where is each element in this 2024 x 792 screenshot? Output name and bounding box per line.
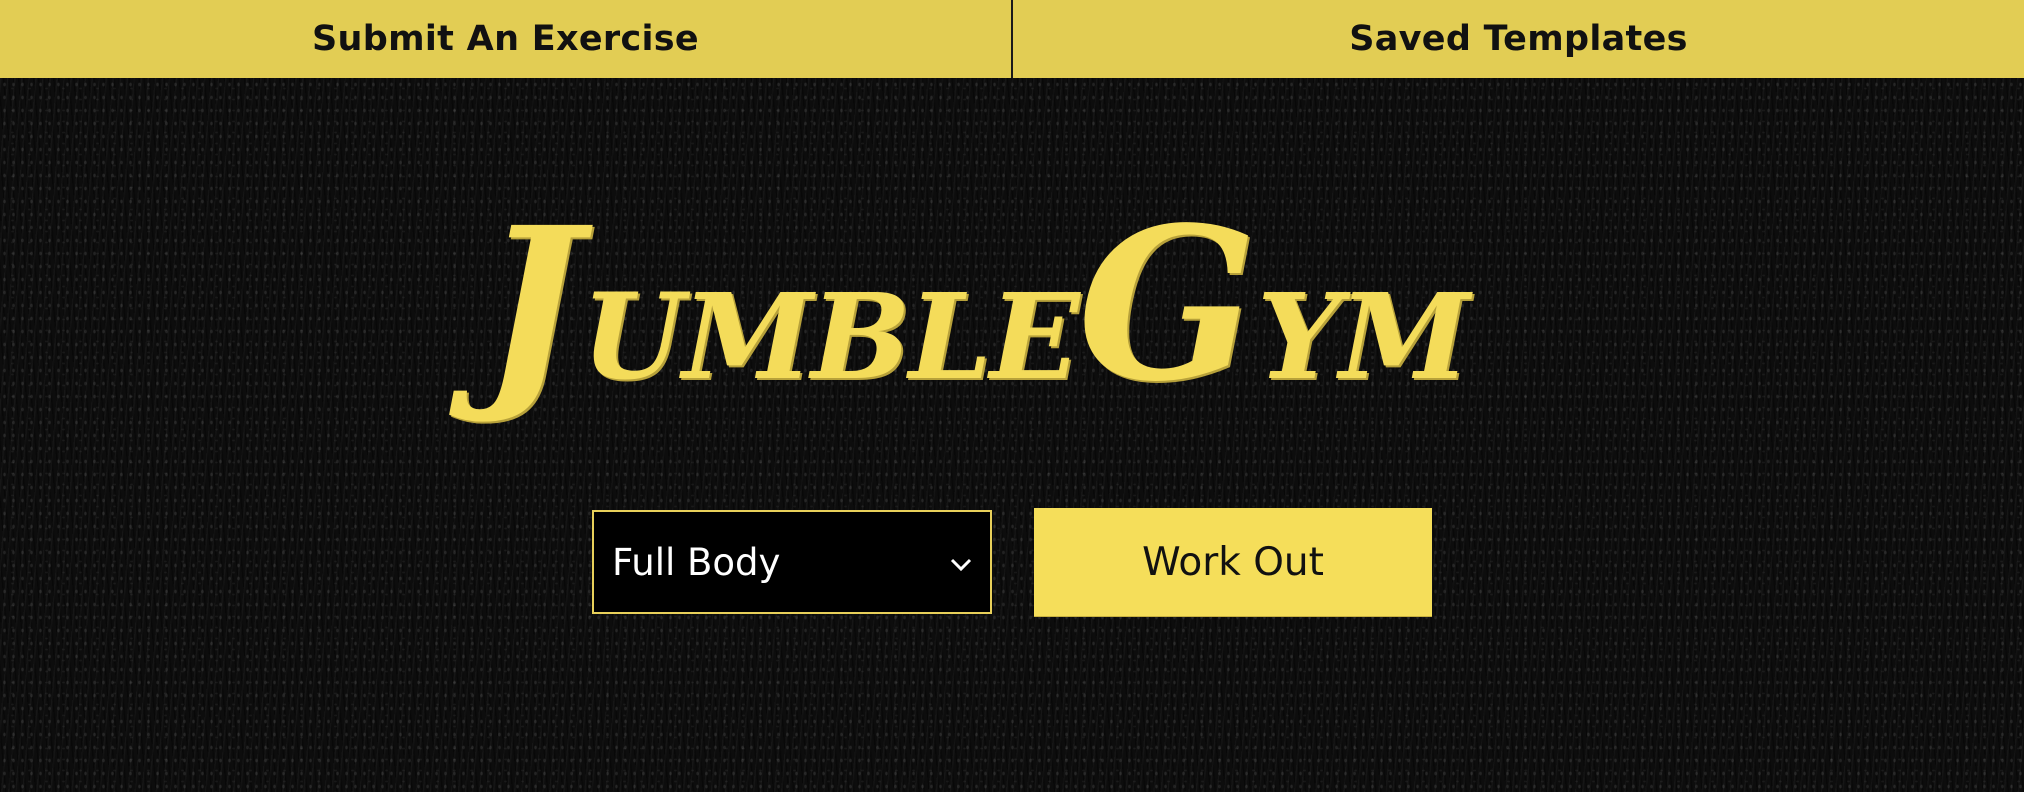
logo-letters-ym: YM [1257, 267, 1470, 406]
logo-letter-g: G [1077, 181, 1258, 428]
jumblegym-logo: J UMBLE G YM [440, 200, 1510, 430]
work-out-button[interactable]: Work Out [1034, 508, 1432, 616]
nav-submit-exercise[interactable]: Submit An Exercise [0, 0, 1013, 78]
workout-controls: Full Body Work Out [592, 508, 1432, 616]
logo-letter-j: J [482, 181, 582, 428]
chevron-down-icon [950, 546, 972, 579]
top-navbar: Submit An Exercise Saved Templates [0, 0, 2024, 78]
body-part-select-value: Full Body [612, 540, 781, 584]
body-part-select[interactable]: Full Body [592, 510, 992, 614]
nav-saved-templates[interactable]: Saved Templates [1013, 0, 2024, 78]
logo-letters-umble: UMBLE [581, 267, 1080, 406]
